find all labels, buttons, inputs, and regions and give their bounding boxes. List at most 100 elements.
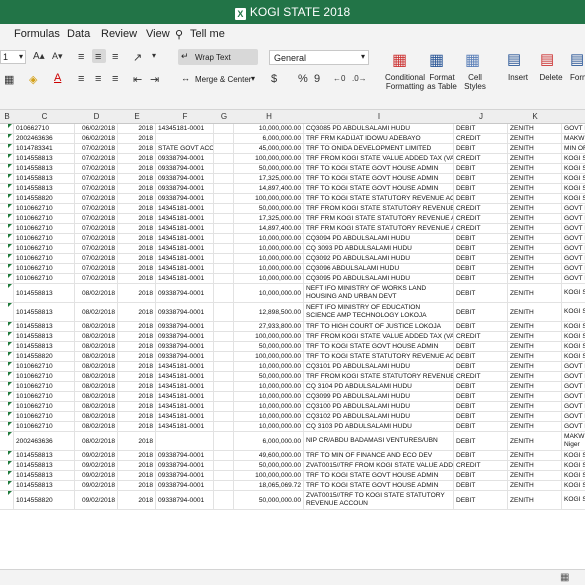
cell-f[interactable]: 14345181-0001: [156, 224, 214, 233]
cell-d[interactable]: 07/02/2018: [75, 224, 118, 233]
cell-f[interactable]: 14345181-0001: [156, 254, 214, 263]
cell-empty[interactable]: [214, 254, 234, 263]
tab-formulas[interactable]: Formulas: [14, 28, 60, 40]
table-row[interactable]: 1014558813 09/02/2018 2018 09338794-0001 100…: [0, 471, 585, 481]
table-row[interactable]: 1010662710 08/02/2018 2018 14345181-0001 50,…: [0, 372, 585, 382]
cell-e[interactable]: 2018: [118, 332, 156, 341]
table-row[interactable]: 1014783341 07/02/2018 2018 STATE GOVT ACCT 4…: [0, 144, 585, 154]
cell-i[interactable]: ZVAT0015//TRF FROM KOGI STATE VALUE ADD: [304, 461, 454, 470]
cell-k[interactable]: ZENITH: [508, 471, 562, 480]
wrap-text-button[interactable]: ↵ Wrap Text: [178, 49, 258, 65]
cell-empty[interactable]: [214, 352, 234, 361]
cell-empty[interactable]: [214, 402, 234, 411]
cell-f[interactable]: 14345181-0001: [156, 264, 214, 273]
cell-empty[interactable]: [214, 154, 234, 163]
cell-i[interactable]: TRF TO KOGI STATE STATUTORY REVENUE ACCO: [304, 352, 454, 361]
cell-c[interactable]: 1010662710: [14, 244, 75, 253]
cell-c[interactable]: 1010662710: [14, 254, 75, 263]
cell-c[interactable]: 1014558813: [14, 451, 75, 460]
cell-h[interactable]: 6,000,000.00: [234, 134, 304, 143]
cell-i[interactable]: CQ3099 PD ABDULSALAMI HUDU: [304, 392, 454, 401]
cell-d[interactable]: 07/02/2018: [75, 174, 118, 183]
cell-k[interactable]: ZENITH: [508, 372, 562, 381]
cell-j[interactable]: DEBIT: [454, 352, 508, 361]
table-row[interactable]: 1014558820 09/02/2018 2018 09338794-0001 50,…: [0, 491, 585, 510]
cell-j[interactable]: DEBIT: [454, 144, 508, 153]
table-row[interactable]: 1014558813 08/02/2018 2018 09338794-0001 100…: [0, 332, 585, 342]
decrease-decimal-icon[interactable]: .0→: [352, 74, 367, 83]
cell-f[interactable]: 14345181-0001: [156, 392, 214, 401]
cell-d[interactable]: 07/02/2018: [75, 214, 118, 223]
table-row[interactable]: 1010662710 07/02/2018 2018 14345181-0001 50,…: [0, 204, 585, 214]
cell-c[interactable]: 1010662710: [14, 412, 75, 421]
cell-e[interactable]: 2018: [118, 154, 156, 163]
cell-i[interactable]: TRF TO MIN OF FINANCE AND ECO DEV: [304, 451, 454, 460]
cell-l[interactable]: KOGI S: [562, 164, 585, 173]
format-as-table-button[interactable]: ▦ Format as Table: [426, 49, 458, 97]
cell-l[interactable]: KOGI S: [562, 342, 585, 351]
cell-e[interactable]: 2018: [118, 491, 156, 509]
table-row[interactable]: 1014558813 07/02/2018 2018 09338794-0001 100…: [0, 154, 585, 164]
cell-i[interactable]: TRF FROM KOGI STATE STATUTORY REVENUE AC: [304, 372, 454, 381]
cell-k[interactable]: ZENITH: [508, 402, 562, 411]
table-row[interactable]: 1014558813 07/02/2018 2018 09338794-0001 50,…: [0, 164, 585, 174]
cell-l[interactable]: KOGI S: [562, 471, 585, 480]
cell-i[interactable]: NIP CR/ABDU BADAMASI VENTURES/UBN: [304, 432, 454, 450]
column-header-b[interactable]: B: [0, 112, 14, 121]
cell-j[interactable]: DEBIT: [454, 164, 508, 173]
cell-l[interactable]: GOVT H: [562, 124, 585, 133]
cell-c[interactable]: 2002463636: [14, 432, 75, 450]
cell-l[interactable]: KOGI S: [562, 332, 585, 341]
cell-f[interactable]: 09338794-0001: [156, 303, 214, 321]
cell-l[interactable]: GOVT H: [562, 362, 585, 371]
cell-d[interactable]: 07/02/2018: [75, 144, 118, 153]
cell-j[interactable]: CREDIT: [454, 372, 508, 381]
cell-i[interactable]: NEFT IFO MINISTRY OF WORKS LAND HOUSING …: [304, 284, 454, 302]
cell-k[interactable]: ZENITH: [508, 264, 562, 273]
cell-h[interactable]: 10,000,000.00: [234, 392, 304, 401]
cell-l[interactable]: KOGI S: [562, 322, 585, 331]
cell-e[interactable]: 2018: [118, 134, 156, 143]
tab-data[interactable]: Data: [67, 28, 90, 40]
cell-f[interactable]: 09338794-0001: [156, 322, 214, 331]
cell-empty[interactable]: [214, 234, 234, 243]
cell-h[interactable]: 10,000,000.00: [234, 362, 304, 371]
cell-d[interactable]: 08/02/2018: [75, 412, 118, 421]
table-row[interactable]: 1014558813 07/02/2018 2018 09338794-0001 14,…: [0, 184, 585, 194]
cell-l[interactable]: GOVT H: [562, 254, 585, 263]
cell-i[interactable]: TRF TO HIGH COURT OF JUSTICE LOKOJA: [304, 322, 454, 331]
cell-j[interactable]: DEBIT: [454, 451, 508, 460]
decrease-indent-icon[interactable]: ⇤: [133, 73, 142, 86]
cell-i[interactable]: TRF FRM KADIJAT IDOWU ADEBAYO: [304, 134, 454, 143]
cell-h[interactable]: 12,898,500.00: [234, 303, 304, 321]
tab-review[interactable]: Review: [101, 28, 137, 40]
cell-k[interactable]: ZENITH: [508, 422, 562, 431]
table-row[interactable]: 1014558813 09/02/2018 2018 09338794-0001 49,…: [0, 451, 585, 461]
cell-d[interactable]: 06/02/2018: [75, 124, 118, 133]
cell-e[interactable]: 2018: [118, 224, 156, 233]
cell-j[interactable]: DEBIT: [454, 234, 508, 243]
cell-empty[interactable]: [214, 224, 234, 233]
column-header-g[interactable]: G: [214, 112, 234, 121]
cell-j[interactable]: CREDIT: [454, 204, 508, 213]
cell-c[interactable]: 1010662710: [14, 204, 75, 213]
table-row[interactable]: 2002463636 08/02/2018 2018 6,000,000.00 NIP …: [0, 432, 585, 451]
cell-k[interactable]: ZENITH: [508, 362, 562, 371]
cell-empty[interactable]: [214, 322, 234, 331]
font-color-icon[interactable]: A: [54, 72, 61, 84]
cell-e[interactable]: 2018: [118, 264, 156, 273]
cell-h[interactable]: 10,000,000.00: [234, 124, 304, 133]
cell-e[interactable]: 2018: [118, 204, 156, 213]
cell-h[interactable]: 14,897,400.00: [234, 184, 304, 193]
cell-c[interactable]: 1014558813: [14, 303, 75, 321]
cell-k[interactable]: ZENITH: [508, 234, 562, 243]
cell-styles-button[interactable]: ▦ Cell Styles: [460, 49, 490, 97]
cell-h[interactable]: 100,000,000.00: [234, 352, 304, 361]
cell-k[interactable]: ZENITH: [508, 332, 562, 341]
cell-i[interactable]: TRF TO KOGI STATE GOVT HOUSE ADMIN: [304, 481, 454, 490]
cell-c[interactable]: 1014558813: [14, 332, 75, 341]
shrink-font-icon[interactable]: A▾: [52, 51, 63, 62]
align-right-icon[interactable]: ≡: [112, 73, 118, 85]
cell-i[interactable]: TRF TO KOGI STATE GOVT HOUSE ADMIN: [304, 184, 454, 193]
fill-color-icon[interactable]: ◈: [29, 73, 37, 86]
